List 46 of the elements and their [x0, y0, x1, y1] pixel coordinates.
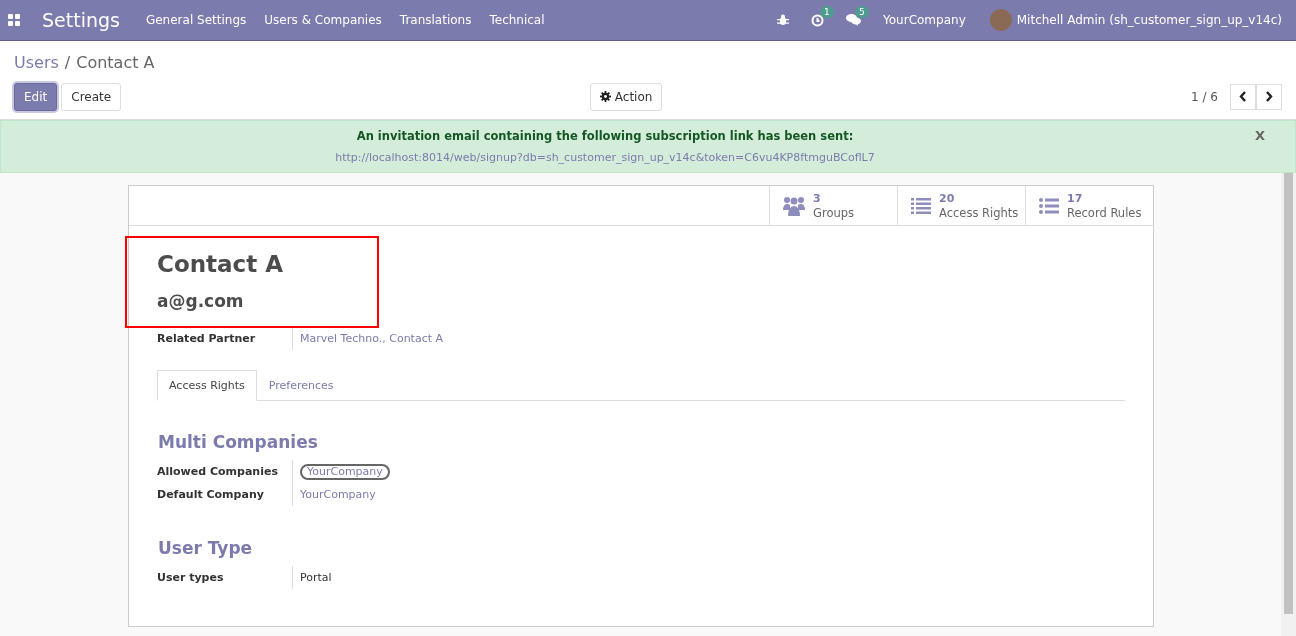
- chevron-left-icon: [1239, 91, 1247, 102]
- people-icon: [783, 195, 805, 216]
- company-switcher[interactable]: YourCompany: [883, 13, 966, 27]
- record-name: Contact A: [157, 251, 284, 279]
- alert-message: An invitation email containing the following subscription link has been sent:: [356, 129, 854, 143]
- edit-button[interactable]: Edit: [14, 82, 58, 111]
- record-email: a@g.com: [157, 291, 245, 311]
- company-tag: YourCompany: [300, 463, 390, 480]
- app-title[interactable]: Settings: [42, 9, 120, 31]
- signup-link[interactable]: http://localhost:8014/web/signup?db=sh_customer_sign_up_v14c&token=C6vu4KP8ftmguBCoflL7: [335, 151, 875, 164]
- action-button[interactable]: Action: [589, 82, 663, 111]
- section-title: Multi Companies: [158, 432, 319, 452]
- tab[interactable]: Access Rights: [157, 370, 257, 401]
- user-menu[interactable]: Mitchell Admin (sh_customer_sign_up_v14c): [1016, 13, 1282, 27]
- field-label: Allowed Companies: [157, 465, 279, 478]
- field-label: User types: [157, 571, 225, 584]
- message-count-badge: 5: [855, 6, 869, 18]
- tab[interactable]: Preferences: [256, 370, 346, 401]
- previous-button[interactable]: [1230, 83, 1256, 110]
- breadcrumb-separator: /: [64, 52, 71, 72]
- apps-grid-icon[interactable]: [8, 14, 20, 26]
- create-button[interactable]: Create: [61, 82, 122, 111]
- menu-item[interactable]: Users & Companies: [264, 13, 382, 27]
- menu-item[interactable]: General Settings: [145, 13, 247, 27]
- breadcrumb-link[interactable]: Users: [14, 52, 59, 72]
- scrollbar[interactable]: [1281, 173, 1296, 636]
- clock-icon[interactable]: [811, 13, 825, 27]
- gear-icon: [599, 91, 611, 102]
- field-label: Related Partner: [157, 332, 257, 345]
- bullet-list-icon: [1039, 197, 1059, 214]
- close-button[interactable]: X: [1248, 127, 1271, 144]
- chevron-right-icon: [1265, 91, 1273, 102]
- chat-icon[interactable]: [846, 14, 862, 26]
- breadcrumb-current: Contact A: [76, 52, 155, 72]
- field-link[interactable]: Marvel Techno., Contact A: [300, 332, 444, 345]
- pager-value: 1 / 6: [1191, 89, 1218, 104]
- menu-item[interactable]: Translations: [399, 13, 472, 27]
- list-icon: [911, 197, 931, 214]
- field-label: Default Company: [157, 488, 265, 501]
- bug-icon[interactable]: [777, 14, 790, 26]
- activity-count-badge: 1: [820, 5, 834, 18]
- field-link[interactable]: YourCompany: [300, 488, 376, 501]
- field-value: Portal: [300, 571, 332, 584]
- next-button[interactable]: [1256, 83, 1282, 110]
- menu-item[interactable]: Technical: [489, 13, 545, 27]
- section-title: User Type: [158, 538, 254, 558]
